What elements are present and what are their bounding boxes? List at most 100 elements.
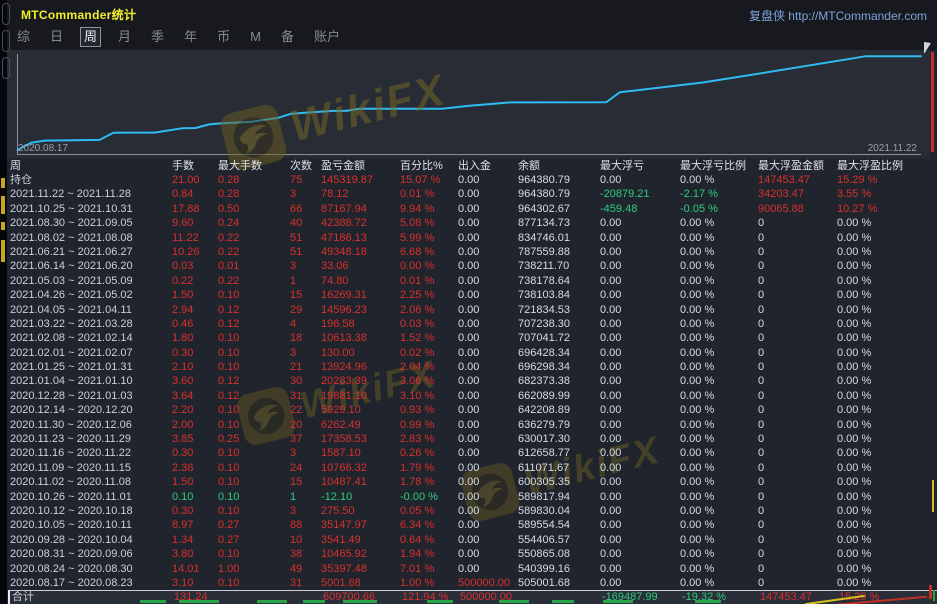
table-row[interactable]: 2021.08.02 ~ 2021.08.0811.220.225147186.… <box>8 231 937 245</box>
table-row[interactable]: 2021.04.05 ~ 2021.04.112.940.122914596.2… <box>8 303 937 317</box>
cell-max-float-loss-pct: 0.00 % <box>680 475 758 489</box>
cell-period: 2020.10.12 ~ 2020.10.18 <box>10 504 172 518</box>
cell-trades: 18 <box>290 331 321 345</box>
table-row[interactable]: 2021.06.14 ~ 2021.06.200.030.01333.060.0… <box>8 259 937 273</box>
cell-max-float-loss: 0.00 <box>600 331 680 345</box>
menu-item-年[interactable]: 年 <box>181 26 200 48</box>
column-header-max-float-loss: 最大浮亏 <box>600 159 680 173</box>
table-row[interactable]: 2020.09.28 ~ 2020.10.041.340.27103541.49… <box>8 533 937 547</box>
table-row[interactable]: 2021.01.25 ~ 2021.01.312.100.102113924.9… <box>8 360 937 374</box>
cell-max-float-profit-pct: 0.00 % <box>837 533 937 547</box>
table-row[interactable]: 2020.10.05 ~ 2020.10.118.970.278835147.9… <box>8 518 937 532</box>
cell-max-float-loss: 0.00 <box>600 360 680 374</box>
table-row[interactable]: 2021.06.21 ~ 2021.06.2710.260.225149348.… <box>8 245 937 259</box>
cell-max-float-profit: 90065.88 <box>758 202 837 216</box>
cell-net-deposit: 0.00 <box>458 216 518 230</box>
table-row[interactable]: 2020.08.17 ~ 2020.08.233.100.10315001.68… <box>8 576 937 590</box>
cell-pnl: 1587.10 <box>321 446 400 460</box>
cell-max-float-profit: 0 <box>758 216 837 230</box>
menu-item-M[interactable]: M <box>247 26 264 48</box>
table-row[interactable]: 持仓21.000.2875145319.8715.07 %0.00964380.… <box>8 173 937 187</box>
cell-trades: 3 <box>290 504 321 518</box>
cell-max-float-profit-pct: 3.55 % <box>837 187 937 201</box>
cell-period: 2021.06.14 ~ 2021.06.20 <box>10 259 172 273</box>
cell-net-deposit: 0.00 <box>458 202 518 216</box>
table-row[interactable]: 2021.02.08 ~ 2021.02.141.800.101810613.3… <box>8 331 937 345</box>
cell-period: 2021.05.03 ~ 2021.05.09 <box>10 274 172 288</box>
table-row[interactable]: 2021.08.30 ~ 2021.09.059.600.244042388.7… <box>8 216 937 230</box>
cell-balance <box>520 591 602 604</box>
cell-lots: 21.00 <box>172 173 218 187</box>
table-row[interactable]: 2020.11.23 ~ 2020.11.293.850.253717358.5… <box>8 432 937 446</box>
cell-balance: 589554.54 <box>518 518 600 532</box>
menu-item-月[interactable]: 月 <box>115 26 134 48</box>
cell-net-deposit: 0.00 <box>458 187 518 201</box>
table-row[interactable]: 2020.12.14 ~ 2020.12.202.200.10225929.10… <box>8 403 937 417</box>
cell-max-float-profit: 147453.47 <box>760 591 839 604</box>
cell-pnl: 10487.41 <box>321 475 400 489</box>
cell-max-float-loss: 0.00 <box>600 259 680 273</box>
cell-max-float-loss: 0.00 <box>600 475 680 489</box>
table-row[interactable]: 2020.08.24 ~ 2020.08.3014.011.004935397.… <box>8 562 937 576</box>
table-row[interactable]: 2020.10.12 ~ 2020.10.180.300.103275.500.… <box>8 504 937 518</box>
balance-chart-svg <box>7 50 930 158</box>
table-row[interactable]: 2020.12.28 ~ 2021.01.033.640.123119881.1… <box>8 389 937 403</box>
cell-max-float-loss-pct: 0.00 % <box>680 360 758 374</box>
cell-trades: 51 <box>290 245 321 259</box>
table-row[interactable]: 2020.11.02 ~ 2020.11.081.500.101510487.4… <box>8 475 937 489</box>
cell-max-float-loss-pct: -2.17 % <box>680 187 758 201</box>
cell-pct: 2.06 % <box>400 303 458 317</box>
cell-pnl: 10766.32 <box>321 461 400 475</box>
menu-item-币[interactable]: 币 <box>214 26 233 48</box>
cell-max-float-profit: 0 <box>758 274 837 288</box>
table-row[interactable]: 2021.05.03 ~ 2021.05.090.220.22174.800.0… <box>8 274 937 288</box>
cell-period: 2020.10.05 ~ 2020.10.11 <box>10 518 172 532</box>
cell-max-lots: 0.28 <box>218 187 290 201</box>
table-row[interactable]: 2021.04.26 ~ 2021.05.021.500.101516269.3… <box>8 288 937 302</box>
table-row[interactable]: 2021.02.01 ~ 2021.02.070.300.103130.000.… <box>8 346 937 360</box>
menu-item-日[interactable]: 日 <box>47 26 66 48</box>
cell-balance: 721834.53 <box>518 303 600 317</box>
cell-max-float-profit: 0 <box>758 245 837 259</box>
table-row[interactable]: 2021.01.04 ~ 2021.01.103.600.123020283.3… <box>8 374 937 388</box>
cell-period: 2021.10.25 ~ 2021.10.31 <box>10 202 172 216</box>
cell-max-float-loss-pct: 0.00 % <box>680 547 758 561</box>
menu-bar: 综日周月季年币M备账户 <box>7 26 937 50</box>
brand-link[interactable]: 复盘侠 http://MTCommander.com <box>749 7 927 24</box>
cell-max-float-loss: 0.00 <box>600 403 680 417</box>
cell-max-float-profit: 0 <box>758 346 837 360</box>
menu-item-周[interactable]: 周 <box>80 27 101 47</box>
menu-item-备[interactable]: 备 <box>278 26 297 48</box>
table-row[interactable]: 2020.11.09 ~ 2020.11.152.380.102410766.3… <box>8 461 937 475</box>
menu-item-账户[interactable]: 账户 <box>311 26 343 48</box>
table-row[interactable]: 2020.11.30 ~ 2020.12.062.000.10206262.49… <box>8 418 937 432</box>
cell-lots: 0.22 <box>172 274 218 288</box>
cell-pct: -0.00 % <box>400 490 458 504</box>
menu-item-季[interactable]: 季 <box>148 26 167 48</box>
cell-max-lots: 0.10 <box>218 418 290 432</box>
cell-max-float-profit-pct: 0.00 % <box>837 331 937 345</box>
table-row[interactable]: 2021.03.22 ~ 2021.03.280.460.124196.580.… <box>8 317 937 331</box>
cell-pnl: 3541.49 <box>321 533 400 547</box>
cell-lots: 0.30 <box>172 504 218 518</box>
table-row[interactable]: 2021.11.22 ~ 2021.11.280.840.28378.120.0… <box>8 187 937 201</box>
table-row[interactable]: 2020.10.26 ~ 2020.11.010.100.101-12.10-0… <box>8 490 937 504</box>
table-row[interactable]: 2020.11.16 ~ 2020.11.220.300.1031587.100… <box>8 446 937 460</box>
cell-max-lots: 0.10 <box>218 504 290 518</box>
table-row[interactable]: 2021.10.25 ~ 2021.10.3117.880.506687167.… <box>8 202 937 216</box>
cell-lots: 1.80 <box>172 331 218 345</box>
total-row[interactable]: 合计131.24609700.66121.94 %500000.00-16948… <box>8 590 937 604</box>
cell-pnl: 78.12 <box>321 187 400 201</box>
menu-item-综[interactable]: 综 <box>14 26 33 48</box>
cell-max-float-loss-pct: 0.00 % <box>680 317 758 331</box>
table-row[interactable]: 2020.08.31 ~ 2020.09.063.800.103810465.9… <box>8 547 937 561</box>
cell-trades: 3 <box>290 259 321 273</box>
cell-lots: 11.22 <box>172 231 218 245</box>
cell-pnl: 13924.96 <box>321 360 400 374</box>
table-header: 周手数最大手数次数盈亏金额百分比%出入金余额最大浮亏最大浮亏比例最大浮盈金额最大… <box>8 159 937 173</box>
cell-trades: 37 <box>290 432 321 446</box>
cell-balance: 787559.88 <box>518 245 600 259</box>
cell-max-float-profit-pct: 0.00 % <box>837 576 937 590</box>
cell-balance: 611071.67 <box>518 461 600 475</box>
cell-max-float-profit-pct: 0.00 % <box>837 432 937 446</box>
